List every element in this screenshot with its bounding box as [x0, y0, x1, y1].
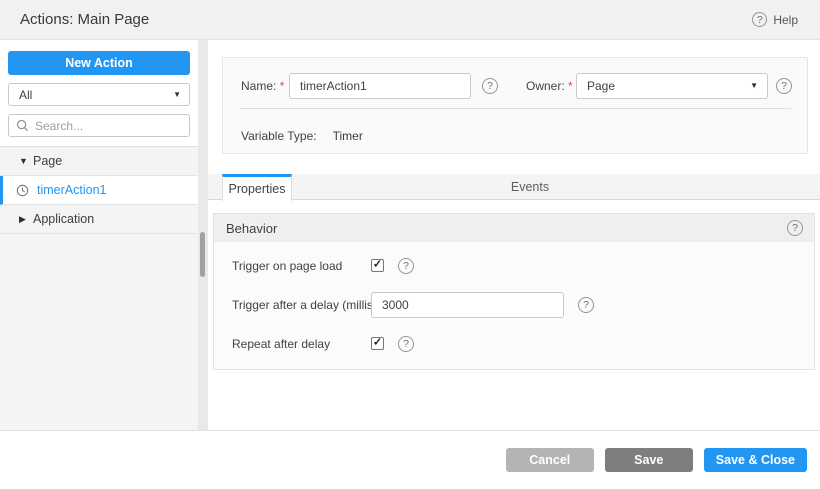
behavior-row-trigger-delay: Trigger after a delay (millisec…: [214, 285, 814, 324]
variable-type-label: Variable Type:: [241, 129, 317, 143]
dialog-header: Actions: Main Page Help: [0, 0, 820, 40]
behavior-panel-body: Trigger on page load ✓ Trigger after a d…: [214, 242, 814, 369]
tree-item-timer-action[interactable]: timerAction1: [0, 176, 198, 205]
owner-select-value: Page: [587, 79, 616, 93]
help-icon: [752, 12, 768, 27]
behavior-row-trigger-on-load: Trigger on page load ✓: [214, 246, 814, 285]
owner-help-icon[interactable]: [776, 78, 792, 94]
required-asterisk: *: [568, 79, 573, 93]
name-label: Name: *: [241, 79, 285, 93]
help-label: Help: [773, 12, 798, 27]
actions-sidebar: New Action All ▼ ▼ Page: [0, 40, 198, 430]
tree-item-label: timerAction1: [37, 183, 107, 197]
tree-item-page[interactable]: ▼ Page: [0, 147, 198, 176]
variable-type-value: Timer: [332, 129, 363, 143]
repeat-after-delay-checkbox[interactable]: ✓: [371, 337, 384, 350]
trigger-on-load-checkbox[interactable]: ✓: [371, 259, 384, 272]
repeat-help-icon[interactable]: [398, 335, 414, 352]
expand-triangle-icon[interactable]: ▼: [19, 156, 33, 166]
divider: [239, 108, 791, 109]
sidebar-scrollbar-track[interactable]: [198, 40, 208, 430]
trigger-delay-help-icon[interactable]: [578, 296, 594, 313]
page-title: Actions: Main Page: [20, 11, 150, 28]
save-and-close-button[interactable]: Save & Close: [703, 448, 807, 472]
actions-dialog: Actions: Main Page Help New Action All ▼: [0, 0, 820, 489]
trigger-on-load-help-icon[interactable]: [398, 257, 414, 274]
tree-item-label: Application: [33, 212, 95, 226]
actions-tree: ▼ Page timerAction1 ▶ Application: [0, 147, 198, 430]
clock-icon: [16, 184, 29, 197]
owner-select[interactable]: Page ▼: [576, 73, 768, 99]
behavior-title: Behavior: [226, 220, 278, 236]
chevron-down-icon: ▼: [173, 89, 181, 99]
row-label: Trigger after a delay (millisec…: [232, 297, 371, 312]
collapse-triangle-icon[interactable]: ▶: [19, 214, 33, 225]
tree-item-application[interactable]: ▶ Application: [0, 205, 198, 234]
filter-dropdown-value: All: [19, 87, 33, 102]
checkmark-icon: ✓: [372, 258, 383, 271]
behavior-row-repeat: Repeat after delay ✓: [214, 324, 814, 363]
sidebar-controls: New Action All ▼: [0, 40, 198, 147]
search-icon: [16, 119, 29, 132]
behavior-panel-header: Behavior: [214, 214, 814, 242]
row-label: Trigger on page load: [232, 258, 343, 273]
filter-dropdown[interactable]: All ▼: [8, 83, 190, 106]
chevron-down-icon: ▼: [750, 81, 758, 90]
dialog-footer: Cancel Save Save & Close: [0, 430, 820, 489]
search-box: [8, 114, 190, 137]
sidebar-scrollbar-thumb[interactable]: [200, 232, 205, 277]
help-link[interactable]: Help: [752, 12, 798, 27]
checkmark-icon: ✓: [372, 336, 383, 349]
save-button[interactable]: Save: [604, 448, 693, 472]
editor-tabstrip: Properties Events: [208, 174, 820, 201]
action-summary-box: Name: * Owner: * Page ▼ Variable Type: T…: [222, 57, 808, 154]
tab-properties[interactable]: Properties: [222, 174, 292, 201]
behavior-panel: Behavior Trigger on page load ✓ Trigger …: [213, 213, 815, 370]
name-owner-row: Name: * Owner: * Page ▼: [223, 73, 807, 100]
search-input[interactable]: [8, 114, 190, 137]
required-asterisk: *: [279, 79, 285, 93]
name-input[interactable]: [289, 73, 471, 99]
delay-milliseconds-input[interactable]: [371, 291, 564, 318]
tab-events[interactable]: Events: [500, 174, 560, 200]
cancel-button[interactable]: Cancel: [505, 448, 594, 472]
new-action-button[interactable]: New Action: [8, 51, 190, 75]
owner-label: Owner: *: [526, 79, 573, 93]
behavior-help-icon[interactable]: [787, 220, 803, 236]
variable-type-row: Variable Type: Timer: [241, 122, 363, 150]
action-editor: Name: * Owner: * Page ▼ Variable Type: T…: [208, 40, 820, 430]
row-label: Repeat after delay: [232, 336, 331, 351]
tree-item-label: Page: [33, 154, 63, 168]
name-help-icon[interactable]: [482, 78, 498, 94]
